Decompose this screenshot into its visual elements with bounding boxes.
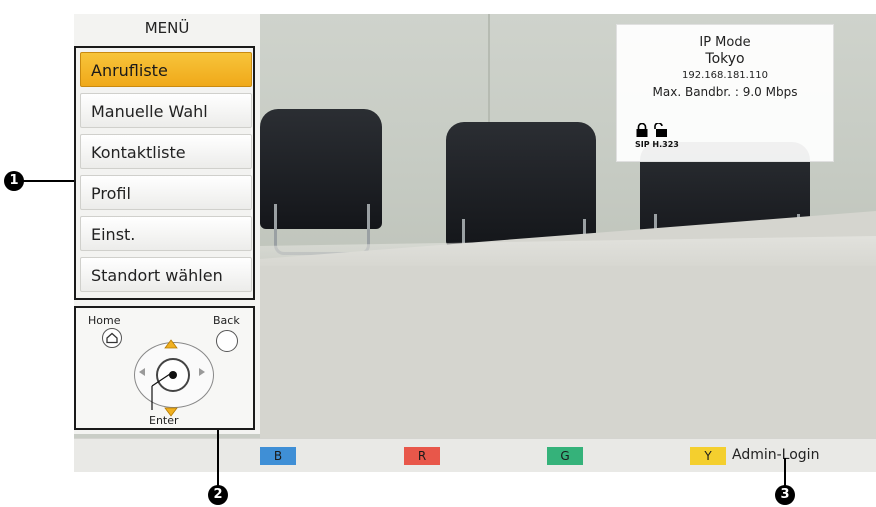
yellow-key-button[interactable]: Y xyxy=(690,447,726,465)
callout-3: 3 xyxy=(775,485,795,505)
lock-closed-icon xyxy=(636,123,648,137)
bandwidth-text: Max. Bandbr. : 9.0 Mbps xyxy=(652,85,798,99)
back-button[interactable] xyxy=(216,330,238,352)
connection-info-panel: IP Mode Tokyo 192.168.181.110 Max. Bandb… xyxy=(616,24,834,162)
callout-1-line xyxy=(22,180,74,182)
menu-list: Anrufliste Manuelle Wahl Kontaktliste Pr… xyxy=(74,46,255,300)
enter-pointer-line xyxy=(151,373,171,410)
video-screen: MENÜ Anrufliste Manuelle Wahl Kontaktlis… xyxy=(74,14,876,472)
menu-item-anrufliste[interactable]: Anrufliste xyxy=(80,52,252,87)
callout-1: 1 xyxy=(4,171,24,191)
home-icon xyxy=(106,332,118,344)
menu-panel: MENÜ Anrufliste Manuelle Wahl Kontaktlis… xyxy=(74,14,260,434)
ip-mode-text: IP Mode xyxy=(699,35,751,50)
menu-title: MENÜ xyxy=(144,19,190,37)
ip-address-text: 192.168.181.110 xyxy=(682,70,768,81)
protocol-text: SIP H.323 xyxy=(635,140,679,149)
menu-item-standort-waehlen[interactable]: Standort wählen xyxy=(80,257,252,292)
callout-3-line xyxy=(784,458,786,486)
red-key-button[interactable]: R xyxy=(404,447,440,465)
color-key-bar: B R G Y Admin-Login xyxy=(74,438,876,472)
back-label: Back xyxy=(213,314,240,327)
callout-2-line xyxy=(217,430,219,486)
left-arrow-icon[interactable] xyxy=(138,367,146,377)
blue-key-button[interactable]: B xyxy=(260,447,296,465)
admin-login-label[interactable]: Admin-Login xyxy=(732,447,819,463)
right-arrow-icon[interactable] xyxy=(198,367,206,377)
lock-open-icon xyxy=(654,123,667,137)
remote-guide: Home Back Enter xyxy=(74,306,255,430)
menu-item-einst[interactable]: Einst. xyxy=(80,216,252,251)
callout-2: 2 xyxy=(208,485,228,505)
menu-item-manuelle-wahl[interactable]: Manuelle Wahl xyxy=(80,93,252,128)
menu-item-kontaktliste[interactable]: Kontaktliste xyxy=(80,134,252,169)
home-button[interactable] xyxy=(102,328,122,348)
green-key-button[interactable]: G xyxy=(547,447,583,465)
location-text: Tokyo xyxy=(705,51,745,67)
menu-item-profil[interactable]: Profil xyxy=(80,175,252,210)
up-arrow-icon[interactable] xyxy=(164,339,178,349)
home-label: Home xyxy=(88,314,121,327)
enter-label: Enter xyxy=(149,414,179,427)
